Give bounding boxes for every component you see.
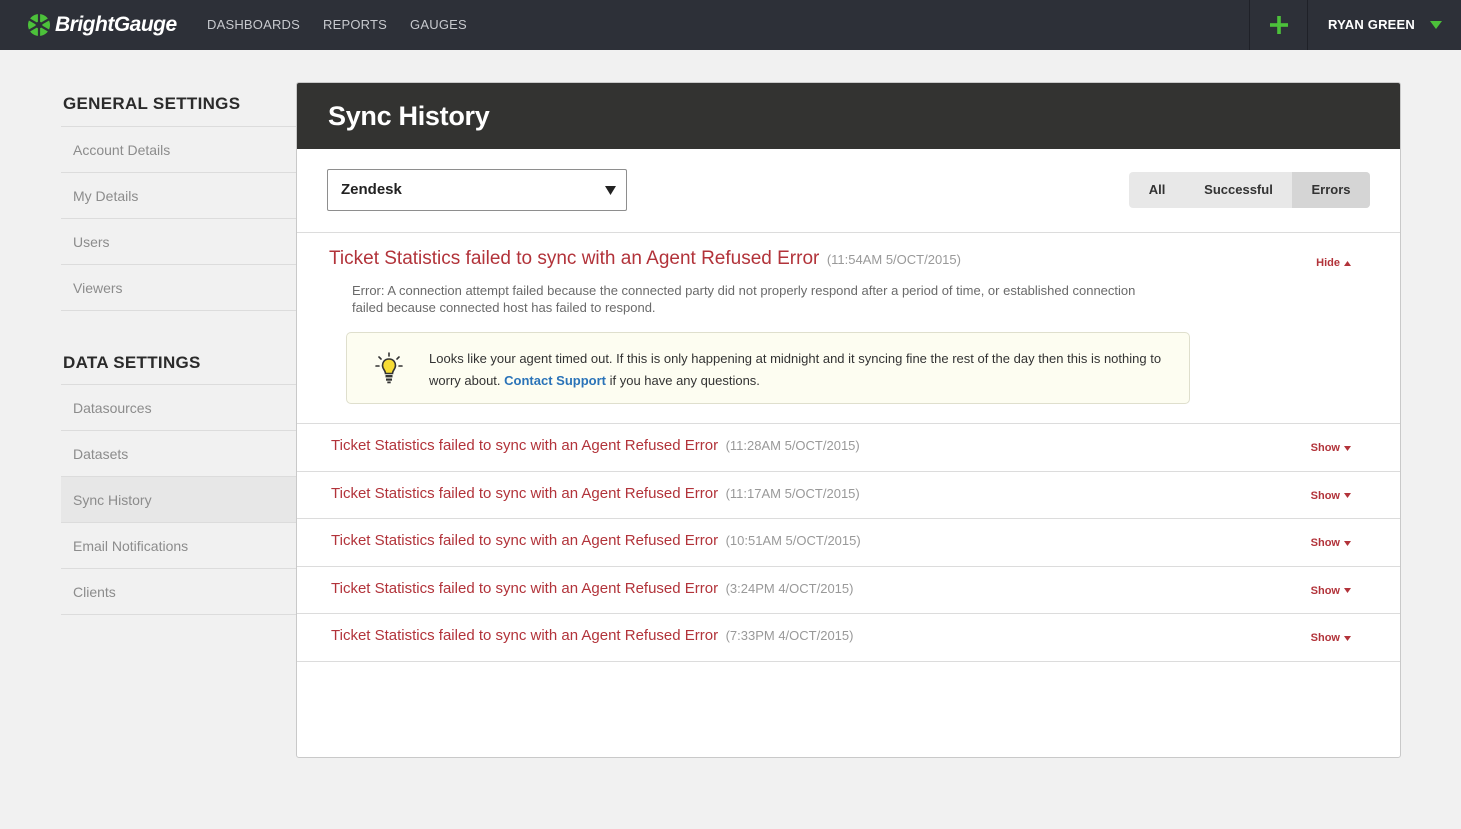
- sync-entry[interactable]: Ticket Statistics failed to sync with an…: [297, 424, 1400, 472]
- page-title: Sync History: [328, 100, 490, 131]
- toggle-label: Hide: [1316, 257, 1340, 269]
- sync-entry-title: Ticket Statistics failed to sync with an…: [331, 580, 853, 598]
- toggle-label: Show: [1310, 489, 1340, 502]
- panel-header: Sync History: [297, 83, 1400, 149]
- brand-name: BrightGauge: [55, 13, 177, 36]
- hide-details-toggle[interactable]: Hide: [1316, 257, 1351, 269]
- settings-sidebar: GENERAL SETTINGS Account Details My Deta…: [61, 83, 296, 615]
- nav-gauges[interactable]: GAUGES: [410, 0, 467, 50]
- caret-down-icon: [1344, 588, 1351, 593]
- sync-entry[interactable]: Ticket Statistics failed to sync with an…: [297, 519, 1400, 567]
- sidebar-item-my-details[interactable]: My Details: [61, 173, 296, 219]
- datasource-select-value: Zendesk: [341, 181, 402, 198]
- filter-successful-button[interactable]: Successful: [1185, 172, 1292, 208]
- add-button[interactable]: [1249, 0, 1308, 50]
- sync-entry[interactable]: Ticket Statistics failed to sync with an…: [297, 567, 1400, 614]
- contact-support-link[interactable]: Contact Support: [504, 373, 606, 388]
- sync-entry-timestamp: (3:24PM 4/OCT/2015): [725, 580, 854, 596]
- caret-down-icon: [1344, 540, 1351, 546]
- show-details-toggle[interactable]: Show: [1311, 585, 1351, 597]
- panel-toolbar: Zendesk All Successful Errors: [297, 149, 1400, 233]
- error-details: Error: A connection attempt failed becau…: [352, 283, 1136, 315]
- toggle-label: Show: [1310, 584, 1340, 597]
- tip-message: Looks like your agent timed out. If this…: [429, 348, 1169, 392]
- caret-up-icon: [1344, 260, 1351, 266]
- sync-entry-message: Ticket Statistics failed to sync with an…: [331, 437, 719, 454]
- toggle-label: Show: [1310, 537, 1340, 549]
- status-filter: All Successful Errors: [1129, 172, 1370, 208]
- sidebar-item-datasources[interactable]: Datasources: [61, 385, 296, 431]
- sync-entry-message: Ticket Statistics failed to sync with an…: [331, 627, 719, 644]
- sidebar-item-sync-history[interactable]: Sync History: [61, 477, 296, 523]
- nav-reports[interactable]: REPORTS: [323, 0, 387, 50]
- sidebar-item-email-notifications[interactable]: Email Notifications: [61, 523, 296, 569]
- sidebar-item-users[interactable]: Users: [61, 219, 296, 265]
- sync-entry-title: Ticket Statistics failed to sync with an…: [331, 437, 860, 455]
- tip-text-after: if you have any questions.: [605, 373, 760, 388]
- sidebar-item-datasets[interactable]: Datasets: [61, 431, 296, 477]
- general-settings-heading: GENERAL SETTINGS: [61, 83, 296, 127]
- lightbulb-icon: [375, 352, 403, 384]
- show-details-toggle[interactable]: Show: [1311, 537, 1351, 549]
- sidebar-item-viewers[interactable]: Viewers: [61, 265, 296, 311]
- tip-callout: Looks like your agent timed out. If this…: [346, 332, 1190, 404]
- sync-entry-timestamp: (11:28AM 5/OCT/2015): [725, 438, 860, 453]
- sync-entry-title: Ticket Statistics failed to sync with an…: [329, 248, 961, 270]
- toggle-label: Show: [1310, 442, 1340, 454]
- sync-entry-message: Ticket Statistics failed to sync with an…: [329, 248, 820, 269]
- sync-entry-expanded: Ticket Statistics failed to sync with an…: [297, 233, 1400, 424]
- top-navbar: BrightGauge DASHBOARDS REPORTS GAUGES RY…: [0, 0, 1461, 50]
- caret-down-icon: [605, 186, 616, 195]
- sync-entry-timestamp: (7:33PM 4/OCT/2015): [725, 628, 854, 643]
- sync-history-panel: Sync History Zendesk All Successful Erro…: [296, 82, 1401, 758]
- sync-entry-timestamp: (10:51AM 5/OCT/2015): [725, 533, 861, 548]
- sync-entry-timestamp: (11:17AM 5/OCT/2015): [725, 485, 860, 501]
- toggle-label: Show: [1310, 632, 1340, 644]
- brightgauge-logo-icon: [28, 13, 50, 37]
- caret-down-icon: [1344, 445, 1351, 451]
- show-details-toggle[interactable]: Show: [1311, 632, 1351, 644]
- chevron-down-icon[interactable]: [1430, 21, 1442, 29]
- caret-down-icon: [1344, 493, 1351, 498]
- main-nav: DASHBOARDS REPORTS GAUGES: [207, 0, 490, 50]
- sidebar-item-clients[interactable]: Clients: [61, 569, 296, 615]
- data-settings-heading: DATA SETTINGS: [61, 344, 296, 385]
- filter-errors-button[interactable]: Errors: [1292, 172, 1370, 208]
- filter-all-button[interactable]: All: [1129, 172, 1185, 208]
- sync-entry-title: Ticket Statistics failed to sync with an…: [331, 627, 853, 645]
- user-menu[interactable]: RYAN GREEN: [1328, 0, 1415, 50]
- caret-down-icon: [1344, 635, 1351, 641]
- datasource-select[interactable]: Zendesk: [327, 169, 627, 211]
- sync-entry[interactable]: Ticket Statistics failed to sync with an…: [297, 472, 1400, 519]
- plus-icon: [1269, 16, 1288, 34]
- sync-entry-title: Ticket Statistics failed to sync with an…: [331, 532, 861, 550]
- brand-logo[interactable]: BrightGauge: [27, 11, 177, 39]
- sync-entry-title: Ticket Statistics failed to sync with an…: [331, 485, 860, 503]
- show-details-toggle[interactable]: Show: [1311, 490, 1351, 502]
- sync-entry[interactable]: Ticket Statistics failed to sync with an…: [297, 614, 1400, 662]
- sync-entry-message: Ticket Statistics failed to sync with an…: [331, 579, 719, 597]
- sync-entry-message: Ticket Statistics failed to sync with an…: [331, 484, 719, 502]
- show-details-toggle[interactable]: Show: [1311, 442, 1351, 454]
- sync-entry-timestamp: (11:54AM 5/OCT/2015): [826, 252, 961, 267]
- sidebar-item-account-details[interactable]: Account Details: [61, 127, 296, 173]
- sync-entry-message: Ticket Statistics failed to sync with an…: [331, 532, 719, 549]
- nav-dashboards[interactable]: DASHBOARDS: [207, 0, 300, 50]
